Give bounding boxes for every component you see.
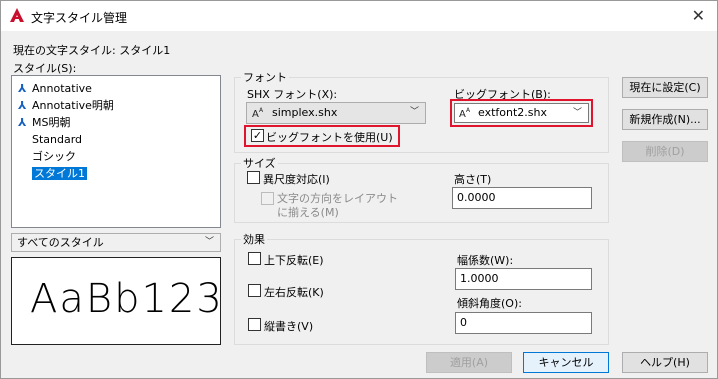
svg-text:A: A — [466, 107, 471, 114]
height-input[interactable]: 0.0000 — [452, 187, 592, 209]
checkmark-icon: ✓ — [252, 129, 263, 142]
style-item-ms-mincho[interactable]: ⅄ MS明朝 — [18, 114, 70, 131]
use-big-font-checkbox[interactable]: ✓ — [251, 129, 264, 142]
autocad-logo-icon — [10, 8, 24, 22]
style-item-standard[interactable]: Standard — [18, 131, 82, 148]
font-a-icon: A A — [252, 107, 264, 120]
backwards-checkbox[interactable] — [248, 284, 261, 297]
shx-font-dropdown[interactable]: A A simplex.shx ﹀ — [246, 102, 426, 124]
annotative-icon: ⅄ — [18, 99, 27, 112]
new-style-button[interactable]: 新規作成(N)... — [622, 109, 708, 130]
style-item-annotative[interactable]: ⅄ Annotative — [18, 80, 92, 97]
shx-font-label: SHX フォント(X): — [247, 88, 338, 101]
annotative-icon: ⅄ — [18, 116, 27, 129]
upside-down-checkbox[interactable] — [248, 252, 261, 265]
close-icon[interactable]: ✕ — [692, 6, 705, 25]
text-style-dialog: 文字スタイル管理 ✕ 現在の文字スタイル: スタイル1 スタイル(S): ⅄ An… — [0, 0, 718, 379]
window-title: 文字スタイル管理 — [31, 11, 128, 25]
delete-button[interactable]: 削除(D) — [622, 141, 708, 162]
oblique-angle-input[interactable]: 0 — [455, 312, 592, 334]
chevron-down-icon: ﹀ — [204, 237, 214, 247]
preview-text: AaBb123 — [30, 276, 224, 322]
title-bar[interactable]: 文字スタイル管理 ✕ — [1, 1, 717, 31]
upside-down-label[interactable]: 上下反転(E) — [264, 252, 324, 268]
height-label: 高さ(T) — [454, 173, 492, 186]
help-button[interactable]: ヘルプ(H) — [622, 352, 708, 373]
style-item-style1[interactable]: スタイル1 — [18, 165, 87, 182]
style-item-gothic[interactable]: ゴシック — [18, 148, 76, 165]
vertical-label[interactable]: 縦書き(V) — [264, 318, 313, 334]
annotative-icon: ⅄ — [18, 82, 27, 95]
big-font-dropdown[interactable]: A A extfont2.shx ﹀ — [454, 103, 589, 123]
font-a-icon: A A — [459, 107, 471, 120]
cancel-button[interactable]: キャンセル — [523, 352, 609, 373]
style-filter-dropdown[interactable]: すべてのスタイル ﹀ — [11, 233, 221, 252]
svg-text:A: A — [259, 107, 264, 114]
styles-listbox[interactable]: ⅄ Annotative ⅄ Annotative明朝 ⅄ MS明朝 Standard… — [11, 75, 221, 228]
oblique-angle-label: 傾斜角度(O): — [457, 297, 522, 310]
svg-text:A: A — [252, 109, 259, 120]
width-factor-input[interactable]: 1.0000 — [455, 268, 592, 290]
match-layout-label-2: に揃える(M) — [277, 206, 339, 219]
use-big-font-label[interactable]: ビッグフォントを使用(U) — [266, 129, 393, 145]
chevron-down-icon: ﹀ — [409, 107, 419, 117]
apply-button[interactable]: 適用(A) — [426, 352, 512, 373]
chevron-down-icon: ﹀ — [572, 108, 582, 118]
svg-text:A: A — [459, 109, 466, 120]
style-preview-box: AaBb123 — [11, 257, 224, 345]
current-style-label: 現在の文字スタイル: スタイル1 — [13, 44, 171, 57]
size-group-label: サイズ — [241, 155, 278, 171]
annotative-label[interactable]: 異尺度対応(I) — [263, 171, 330, 187]
style-item-annotative-mincho[interactable]: ⅄ Annotative明朝 — [18, 97, 114, 114]
styles-list-label: スタイル(S): — [13, 62, 77, 75]
set-current-button[interactable]: 現在に設定(C) — [622, 77, 708, 98]
annotative-checkbox[interactable] — [247, 171, 260, 184]
match-layout-checkbox[interactable] — [261, 192, 274, 205]
backwards-label[interactable]: 左右反転(K) — [264, 284, 324, 300]
font-group-label: フォント — [241, 69, 289, 85]
width-factor-label: 幅係数(W): — [457, 254, 514, 267]
effects-group-label: 効果 — [241, 231, 267, 247]
vertical-checkbox[interactable] — [248, 318, 261, 331]
